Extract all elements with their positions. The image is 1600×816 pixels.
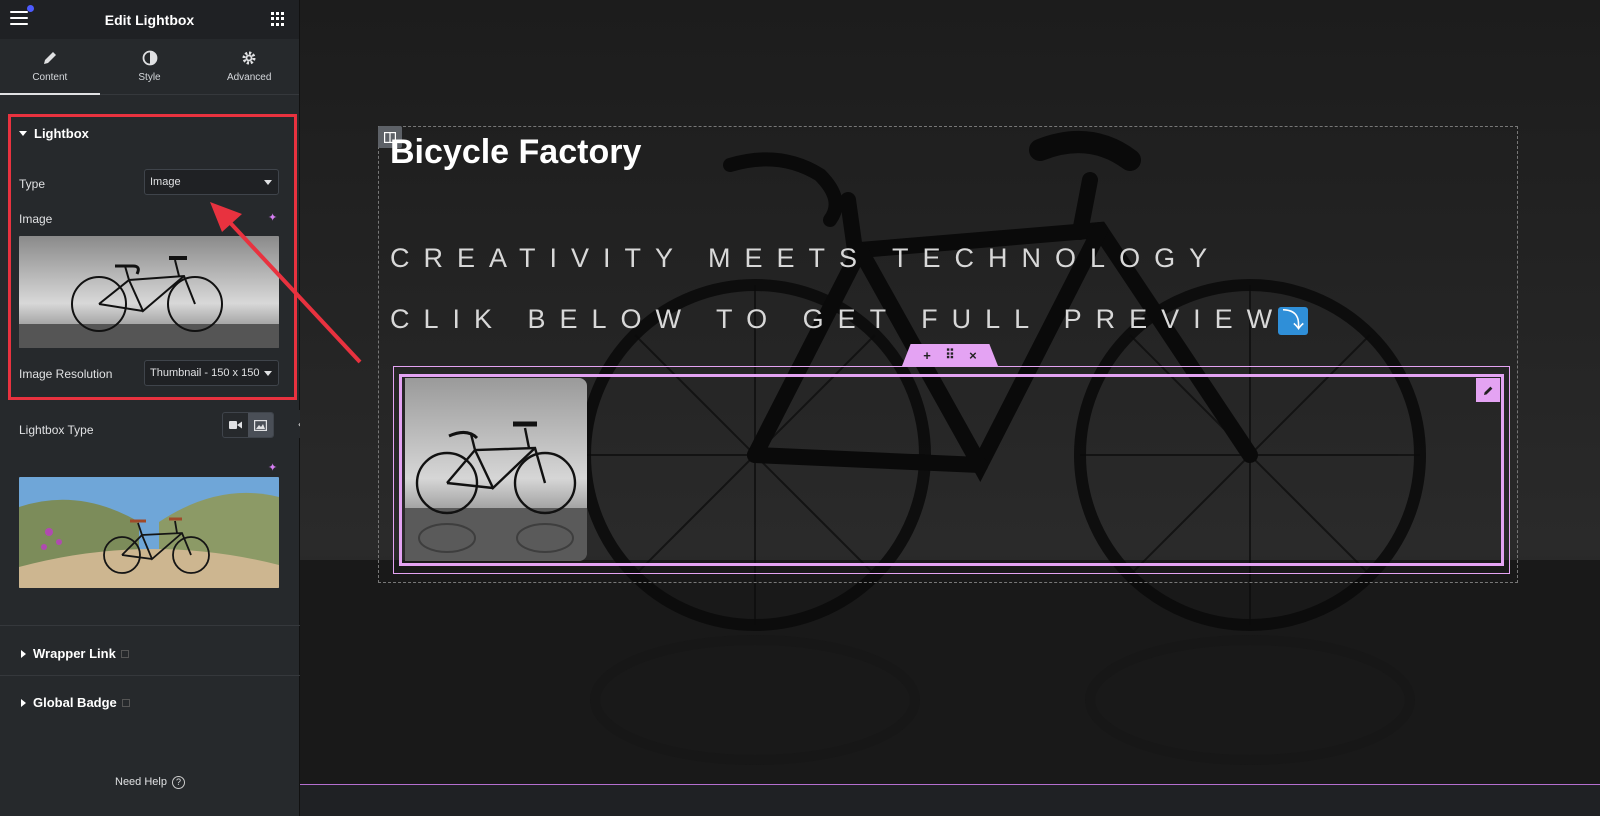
tagline-heading-1: CREATIVITY MEETS TECHNOLOGY [390, 243, 1222, 273]
caret-down-icon [19, 131, 27, 136]
image-icon [254, 419, 267, 431]
wrapper-link-heading: Wrapper Link [33, 646, 116, 661]
delete-widget-icon[interactable]: × [969, 348, 977, 363]
pro-badge-icon [120, 649, 129, 658]
lightbox-section-heading: Lightbox [34, 126, 89, 141]
tab-advanced[interactable]: Advanced [199, 39, 299, 94]
ai-sparkle-icon[interactable]: ✦ [268, 211, 277, 224]
caret-right-icon-2 [21, 698, 26, 707]
lightbox-section-toggle[interactable]: Lightbox [19, 126, 89, 141]
panel-header: Edit Lightbox [0, 0, 299, 39]
panel-title: Edit Lightbox [104, 11, 195, 28]
widget-toolbar: + ⠿ × [902, 344, 998, 366]
caret-right-icon [21, 649, 26, 658]
half-circle-icon [142, 50, 157, 66]
tagline-heading-2: CLIK BELOW TO GET FULL PREVIEW⤵ [390, 304, 1309, 335]
tab-content[interactable]: Content [0, 39, 100, 95]
tab-style[interactable]: Style [100, 39, 200, 94]
image-type-option[interactable] [248, 413, 273, 437]
video-type-option[interactable] [223, 413, 248, 437]
global-badge-section-toggle[interactable]: Global Badge [21, 695, 130, 710]
lightbox-image-preview[interactable] [19, 477, 279, 588]
image-resolution-label: Image Resolution [19, 367, 113, 381]
bicycle-thumbnail-image [405, 378, 587, 561]
section-divider [0, 625, 300, 626]
tab-advanced-label: Advanced [226, 72, 272, 83]
image-chooser-preview[interactable] [19, 236, 279, 348]
menu-icon[interactable] [10, 5, 34, 27]
pro-badge-icon-2 [121, 698, 130, 707]
need-help-link[interactable]: Need Help? [0, 776, 300, 789]
tagline-heading-2-text: CLIK BELOW TO GET FULL PREVIEW [390, 304, 1287, 334]
tab-content-label: Content [32, 72, 68, 83]
pencil-icon [1483, 386, 1492, 395]
ai-sparkle-icon-2[interactable]: ✦ [268, 461, 277, 474]
help-icon: ? [171, 776, 185, 789]
editor-panel: Edit Lightbox Content Style Advanced Lig… [0, 0, 307, 816]
lightbox-trigger-thumbnail[interactable] [405, 378, 587, 561]
lightbox-type-label: Lightbox Type [19, 423, 94, 437]
bicycle-bw-image [19, 236, 279, 348]
edit-widget-button[interactable] [1476, 378, 1500, 402]
widgets-grid-icon[interactable] [271, 12, 285, 26]
bicycle-dunes-image [19, 477, 279, 588]
lightbox-type-choose [222, 412, 274, 438]
wrapper-link-section-toggle[interactable]: Wrapper Link [21, 646, 129, 661]
type-select[interactable]: Image [144, 169, 279, 195]
global-badge-heading: Global Badge [33, 695, 117, 710]
add-widget-icon[interactable]: + [923, 348, 931, 363]
type-label: Type [19, 177, 46, 191]
notification-dot [27, 5, 34, 12]
image-label: Image [19, 212, 53, 226]
need-help-label: Need Help [115, 776, 167, 788]
tab-style-label: Style [138, 72, 161, 83]
panel-tabs: Content Style Advanced [0, 39, 299, 95]
gear-icon [242, 51, 256, 65]
page-preview-canvas: Bicycle Factory CREATIVITY MEETS TECHNOL… [300, 0, 1600, 785]
video-camera-icon [229, 421, 242, 429]
site-title: Bicycle Factory [390, 133, 642, 171]
image-resolution-select[interactable]: Thumbnail - 150 x 150 [144, 360, 279, 386]
arrow-down-right-icon: ⤵ [1278, 306, 1309, 335]
section-divider-2 [0, 675, 300, 676]
drag-handle-icon[interactable]: ⠿ [945, 347, 955, 363]
pencil-icon [43, 52, 56, 64]
